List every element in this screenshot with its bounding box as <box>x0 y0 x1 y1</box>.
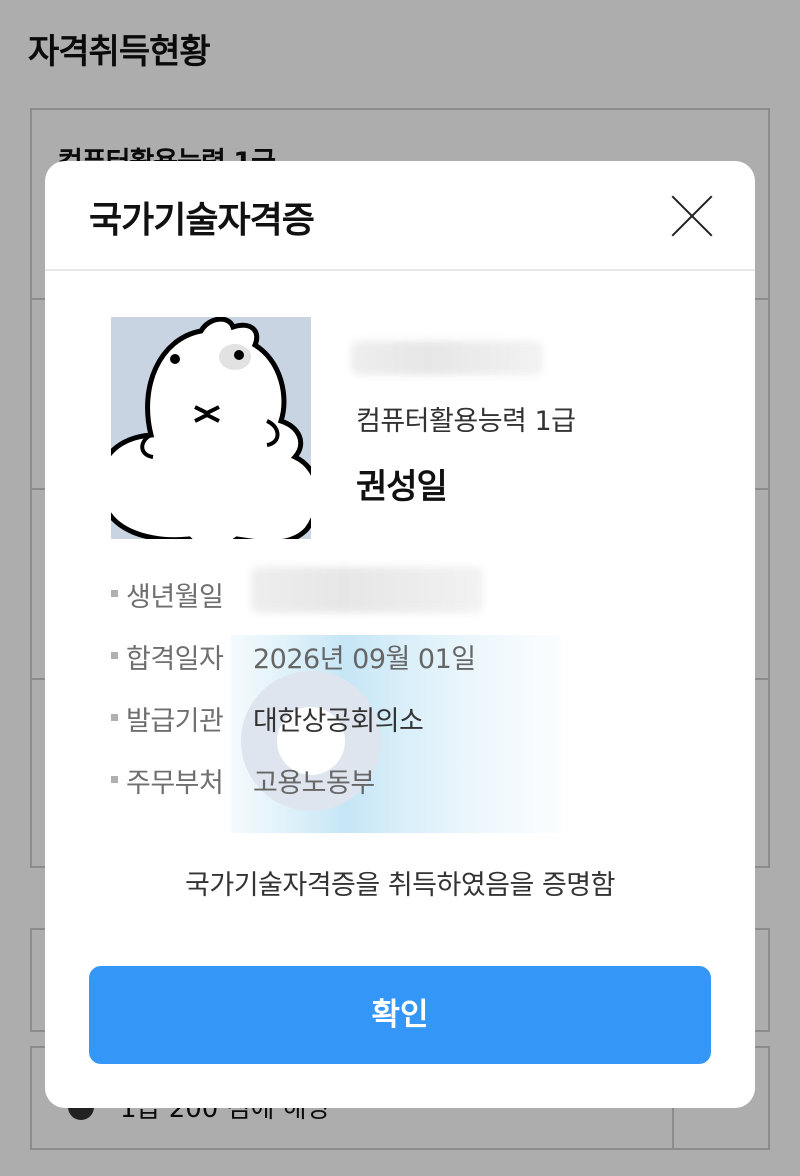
certification-statement: 국가기술자격증을 취득하였음을 증명함 <box>185 870 615 901</box>
birth-date-label: 생년월일 <box>126 582 224 613</box>
bullet-icon <box>111 776 118 783</box>
close-icon[interactable] <box>669 193 715 239</box>
certificate-modal: 국가기술자격증 컴퓨터활용능력 1급 권성일 생년월일 합격일자 2026년 0… <box>45 161 755 1108</box>
modal-title: 국가기술자격증 <box>89 200 315 241</box>
confirm-button[interactable]: 확인 <box>89 966 711 1064</box>
modal-header: 국가기술자격증 <box>45 161 755 271</box>
pass-date-value: 2026년 09월 01일 <box>253 644 476 675</box>
issuer-label: 발급기관 <box>126 706 224 737</box>
ministry-value: 고용노동부 <box>253 768 375 799</box>
pass-date-label: 합격일자 <box>126 644 224 675</box>
ministry-label: 주무부처 <box>126 768 224 799</box>
bullet-icon <box>111 714 118 721</box>
redacted-field <box>351 341 543 375</box>
avatar-photo <box>111 317 311 539</box>
bullet-icon <box>111 652 118 659</box>
bullet-icon <box>111 590 118 597</box>
avatar-illustration <box>111 317 311 539</box>
certificate-name: 컴퓨터활용능력 1급 <box>356 406 576 437</box>
redacted-field <box>251 567 483 613</box>
holder-name: 권성일 <box>356 467 448 507</box>
issuer-value: 대한상공회의소 <box>253 706 424 737</box>
